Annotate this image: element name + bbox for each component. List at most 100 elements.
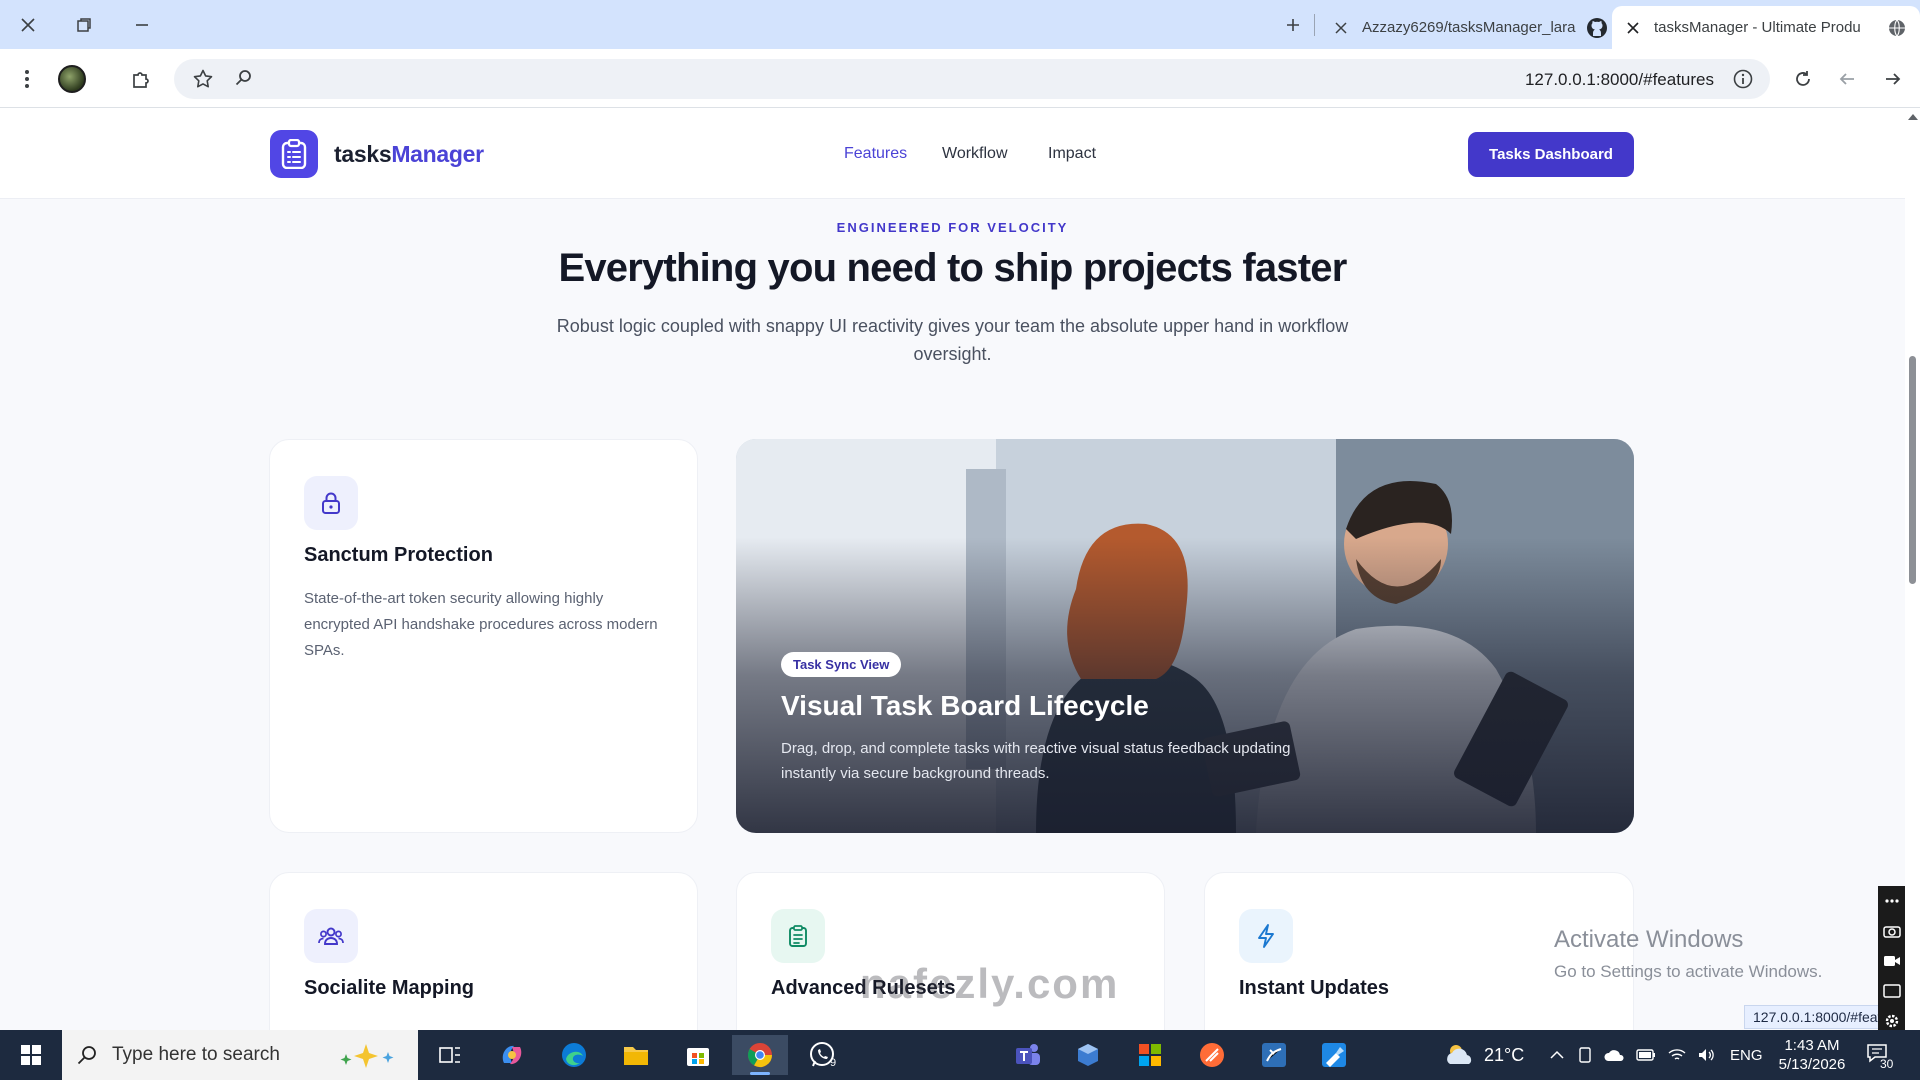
nav-impact[interactable]: Impact xyxy=(1048,145,1096,163)
microsoft-store-icon[interactable] xyxy=(670,1035,726,1075)
clipboard-icon xyxy=(771,909,825,963)
device-icon[interactable] xyxy=(1578,1047,1592,1063)
volume-icon[interactable] xyxy=(1698,1048,1716,1062)
nav-workflow[interactable]: Workflow xyxy=(942,145,1008,163)
taskbar-search-input[interactable]: Type here to search xyxy=(62,1030,418,1080)
windows-taskbar: Type here to search 9 21°C ENG 1:43 AM 5… xyxy=(0,1030,1920,1080)
brand-name[interactable]: tasksManager xyxy=(334,141,484,168)
browser-tab-strip: Azzazy6269/tasksManager_lara tasksManage… xyxy=(0,0,1920,49)
new-tab-button[interactable] xyxy=(1280,12,1306,38)
notification-count: 30 xyxy=(1880,1057,1894,1071)
whatsapp-badge: 9 xyxy=(830,1057,837,1069)
virtualbox-icon[interactable] xyxy=(1060,1035,1116,1075)
close-window-icon[interactable] xyxy=(14,12,42,38)
window-icon[interactable] xyxy=(1878,976,1905,1006)
capture-tools-panel xyxy=(1878,886,1905,1036)
feature-title: Instant Updates xyxy=(1239,977,1390,999)
video-icon[interactable] xyxy=(1878,946,1905,976)
github-icon xyxy=(1586,17,1608,39)
page-viewport: tasksManager Features Workflow Impact Ta… xyxy=(0,108,1905,1030)
users-icon xyxy=(304,909,358,963)
url-text[interactable]: 127.0.0.1:8000/#features xyxy=(1525,70,1714,90)
scroll-thumb[interactable] xyxy=(1909,356,1916,584)
wifi-icon[interactable] xyxy=(1668,1048,1686,1062)
minimize-window-icon[interactable] xyxy=(128,12,156,38)
back-arrow-icon[interactable] xyxy=(1832,64,1862,94)
sparkle-icon xyxy=(336,1042,406,1070)
search-icon[interactable] xyxy=(234,68,254,88)
feature-card-sanctum: Sanctum Protection State-of-the-art toke… xyxy=(269,439,698,833)
section-title: Everything you need to ship projects fas… xyxy=(558,246,1347,290)
postman-icon[interactable] xyxy=(1184,1035,1240,1075)
reload-icon[interactable] xyxy=(1788,64,1818,94)
windows-start-icon[interactable] xyxy=(0,1030,62,1080)
camera-icon[interactable] xyxy=(1878,916,1905,946)
weather-temp: 21°C xyxy=(1484,1044,1525,1065)
section-eyebrow: ENGINEERED FOR VELOCITY xyxy=(836,220,1069,235)
active-app-indicator xyxy=(750,1072,770,1075)
feature-description: State-of-the-art token security allowing… xyxy=(304,590,658,659)
feature-title: Sanctum Protection xyxy=(304,544,493,566)
battery-icon[interactable] xyxy=(1636,1049,1656,1061)
tab-close-icon[interactable] xyxy=(1332,19,1350,37)
address-bar[interactable]: 127.0.0.1:8000/#features xyxy=(174,59,1770,99)
bookmark-star-icon[interactable] xyxy=(192,68,214,90)
tasks-dashboard-button[interactable]: Tasks Dashboard xyxy=(1468,132,1634,177)
activate-windows-subtitle: Go to Settings to activate Windows. xyxy=(1554,962,1823,981)
feature-title: Socialite Mapping xyxy=(304,977,475,999)
search-icon xyxy=(76,1044,98,1066)
clock-date: 5/13/2026 xyxy=(1778,1056,1846,1073)
weather-cloud-icon xyxy=(1447,1045,1472,1064)
watermark-text: nafezly.com xyxy=(860,960,1120,1007)
hero-badge: Task Sync View xyxy=(781,652,902,677)
teams-icon[interactable] xyxy=(1000,1035,1056,1075)
search-placeholder: Type here to search xyxy=(112,1044,280,1065)
database-tool-icon[interactable] xyxy=(1246,1035,1302,1075)
paint-tool-icon[interactable] xyxy=(1306,1035,1362,1075)
tab-title: Azzazy6269/tasksManager_lara xyxy=(1362,19,1576,36)
tab-separator xyxy=(1314,14,1315,36)
section-subtitle: Robust logic coupled with snappy UI reac… xyxy=(556,316,1349,364)
file-explorer-icon[interactable] xyxy=(608,1035,664,1075)
more-icon[interactable] xyxy=(1878,886,1905,916)
edge-browser-icon[interactable] xyxy=(546,1035,602,1075)
chrome-icon[interactable] xyxy=(732,1035,788,1075)
brand-prefix: tasks xyxy=(334,141,392,167)
hero-description: Drag, drop, and complete tasks with reac… xyxy=(781,740,1291,782)
system-tray: ENG xyxy=(1550,1030,1763,1080)
browser-toolbar: 127.0.0.1:8000/#features xyxy=(0,49,1920,108)
windows-tiles-icon[interactable] xyxy=(1122,1035,1178,1075)
lock-icon xyxy=(304,476,358,530)
globe-icon xyxy=(1886,17,1908,39)
whatsapp-icon[interactable]: 9 xyxy=(794,1035,850,1075)
feature-card-socialite: Socialite Mapping xyxy=(269,872,698,1030)
bolt-icon xyxy=(1239,909,1293,963)
profile-avatar[interactable] xyxy=(58,65,86,93)
activate-windows-title: Activate Windows xyxy=(1554,926,1744,953)
tab-tasksmanager[interactable]: tasksManager - Ultimate Produ xyxy=(1612,6,1920,49)
page-scrollbar[interactable] xyxy=(1905,108,1920,1030)
forward-arrow-icon[interactable] xyxy=(1878,64,1908,94)
extensions-puzzle-icon[interactable] xyxy=(126,64,156,94)
copilot-icon[interactable] xyxy=(484,1035,540,1075)
restore-window-icon[interactable] xyxy=(70,12,98,38)
clock-time: 1:43 AM xyxy=(1784,1037,1840,1054)
tab-title: tasksManager - Ultimate Produ xyxy=(1654,19,1861,36)
hero-image-card: Task Sync View Visual Task Board Lifecyc… xyxy=(736,439,1634,833)
onedrive-cloud-icon[interactable] xyxy=(1604,1048,1624,1062)
chevron-up-icon[interactable] xyxy=(1550,1050,1564,1060)
site-info-icon[interactable] xyxy=(1732,68,1754,90)
brand-accent: Manager xyxy=(391,141,484,167)
task-view-icon[interactable] xyxy=(422,1035,478,1075)
system-clock[interactable]: 1:43 AM 5/13/2026 xyxy=(1764,1036,1860,1074)
nav-features[interactable]: Features xyxy=(844,145,907,163)
tab-github[interactable]: Azzazy6269/tasksManager_lara xyxy=(1320,6,1620,49)
scroll-up-arrow-icon[interactable] xyxy=(1908,114,1918,120)
menu-kebab-icon[interactable] xyxy=(12,64,42,94)
hero-title: Visual Task Board Lifecycle xyxy=(781,690,1149,721)
language-indicator[interactable]: ENG xyxy=(1730,1047,1763,1064)
site-header: tasksManager Features Workflow Impact Ta… xyxy=(0,108,1905,199)
weather-widget[interactable]: 21°C xyxy=(1444,1030,1524,1080)
clipboard-logo-icon[interactable] xyxy=(270,130,318,178)
tab-close-icon[interactable] xyxy=(1624,19,1642,37)
